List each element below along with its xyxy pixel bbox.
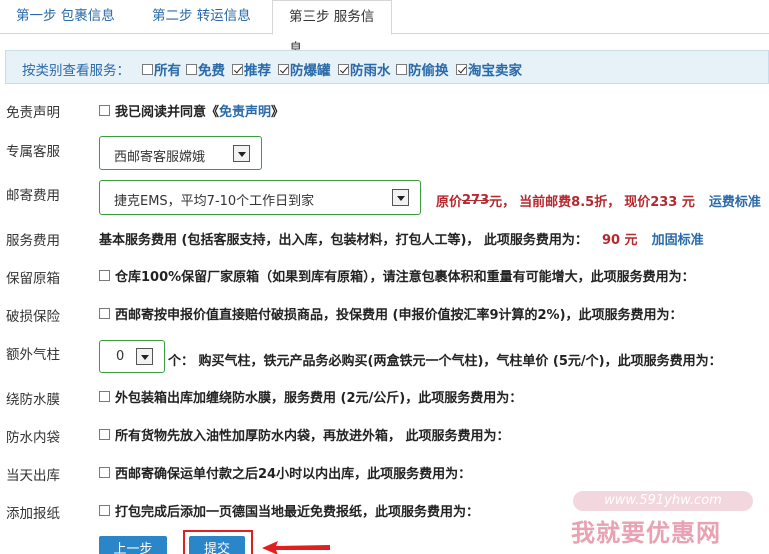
air-column-label: 额外气柱	[6, 347, 60, 363]
price-info: 原价 273 元， 当前邮费8.5折， 现价233 元 运费标准	[436, 191, 761, 210]
checkbox-anti-swap[interactable]	[396, 63, 407, 75]
tab-step-1[interactable]: 第一步 包裹信息	[0, 0, 131, 34]
air-column-quantity-select[interactable]: 0	[99, 340, 165, 373]
waterproof-bag-checkbox[interactable]	[99, 429, 110, 440]
disclaimer-row: 我已阅读并同意《 免责声明 》	[99, 101, 284, 120]
service-fee-price: 90 元	[601, 233, 638, 248]
red-arrow-icon	[262, 541, 330, 554]
postage-standard-link[interactable]: 运费标准	[709, 191, 761, 210]
chevron-down-icon	[233, 145, 250, 162]
agent-select-value: 西邮寄客服嫦娥	[114, 150, 206, 165]
chevron-down-icon	[136, 348, 153, 365]
site-watermark: www.591yhw.com 我就要优惠网	[555, 485, 769, 554]
current-price: 现价233 元	[624, 195, 695, 210]
tab-step-2[interactable]: 第二步 转运信息	[136, 0, 267, 34]
shipping-method-value: 捷克EMS，平均7-10个工作日到家	[114, 194, 315, 209]
checkbox-all[interactable]	[142, 63, 153, 75]
checkbox-free[interactable]	[186, 63, 197, 75]
submit-button[interactable]: 提交	[189, 536, 245, 554]
same-day-row: 西邮寄确保运单付款之后24小时以内出库，此项服务费用为：	[99, 463, 471, 482]
filter-taobao-seller[interactable]: 淘宝卖家	[456, 59, 522, 79]
checkbox-rainproof[interactable]	[338, 63, 349, 75]
watermark-url: www.591yhw.com	[573, 491, 753, 511]
waterproof-film-checkbox[interactable]	[99, 391, 110, 402]
disclaimer-label: 免责声明	[6, 105, 60, 121]
keep-box-checkbox[interactable]	[99, 270, 110, 281]
newspaper-checkbox[interactable]	[99, 505, 110, 516]
filter-all[interactable]: 所有	[142, 59, 181, 79]
original-price: 273	[462, 193, 490, 208]
service-fee-row: 基本服务费用 (包括客服支持，出入库，包装材料，打包人工等)， 此项服务费用为：…	[99, 229, 704, 248]
air-column-description: 个： 购买气柱，铁元产品务必购买(两盒铁元一个气柱)，气柱单价 (5元/个)，此…	[168, 354, 722, 369]
tab-step-3[interactable]: 第三步 服务信息	[272, 0, 392, 57]
service-filter-bar: 按类别查看服务： 所有 免费 推荐 防爆罐 防雨水 防偷换 淘宝卖家	[5, 50, 769, 84]
insurance-row: 西邮寄按申报价值直接赔付破损商品，投保费用 (申报价值按汇率9计算的2%)，此项…	[99, 304, 683, 323]
air-column-quantity: 0	[116, 349, 125, 364]
filter-anti-swap[interactable]: 防偷换	[396, 59, 449, 79]
insurance-checkbox[interactable]	[99, 308, 110, 319]
checkbox-recommended[interactable]	[232, 63, 243, 75]
keep-box-label: 保留原箱	[6, 271, 60, 287]
checkbox-taobao-seller[interactable]	[456, 63, 467, 75]
waterproof-bag-label: 防水内袋	[6, 430, 60, 446]
previous-step-button[interactable]: 上一步	[99, 536, 167, 554]
newspaper-label: 添加报纸	[6, 506, 60, 522]
filter-recommended[interactable]: 推荐	[232, 59, 271, 79]
filter-label: 按类别查看服务：	[22, 63, 130, 79]
postage-label: 邮寄费用	[6, 188, 60, 204]
step-tabs: 第一步 包裹信息 第二步 转运信息 第三步 服务信息	[0, 0, 769, 57]
waterproof-film-label: 绕防水膜	[6, 392, 60, 408]
checkbox-explosion-proof[interactable]	[278, 63, 289, 75]
filter-explosion-proof[interactable]: 防爆罐	[278, 59, 331, 79]
insurance-label: 破损保险	[6, 309, 60, 325]
filter-rainproof[interactable]: 防雨水	[338, 59, 391, 79]
filter-free[interactable]: 免费	[186, 59, 225, 79]
same-day-label: 当天出库	[6, 468, 60, 484]
reinforce-standard-link[interactable]: 加固标准	[652, 229, 704, 248]
disclaimer-checkbox[interactable]	[99, 105, 110, 116]
discount-text: 当前邮费8.5折，	[519, 195, 621, 210]
waterproof-bag-row: 所有货物先放入油性加厚防水内袋，再放进外箱， 此项服务费用为：	[99, 425, 510, 444]
keep-box-row: 仓库100%保留厂家原箱（如果到库有原箱），请注意包裹体积和重量有可能增大，此项…	[99, 266, 695, 285]
watermark-logo-text: 我就要优惠网	[571, 519, 721, 547]
waterproof-film-row: 外包装箱出库加缠绕防水膜，服务费用 (2元/公斤)，此项服务费用为：	[99, 387, 522, 406]
newspaper-row: 打包完成后添加一页德国当地最近免费报纸，此项服务费用为：	[99, 501, 479, 520]
service-fee-label: 服务费用	[6, 233, 60, 249]
same-day-checkbox[interactable]	[99, 467, 110, 478]
agent-label: 专属客服	[6, 144, 60, 160]
agent-select[interactable]: 西邮寄客服嫦娥	[99, 136, 262, 170]
chevron-down-icon	[392, 189, 409, 206]
disclaimer-link[interactable]: 免责声明	[219, 101, 271, 120]
shipping-method-select[interactable]: 捷克EMS，平均7-10个工作日到家	[99, 180, 421, 215]
